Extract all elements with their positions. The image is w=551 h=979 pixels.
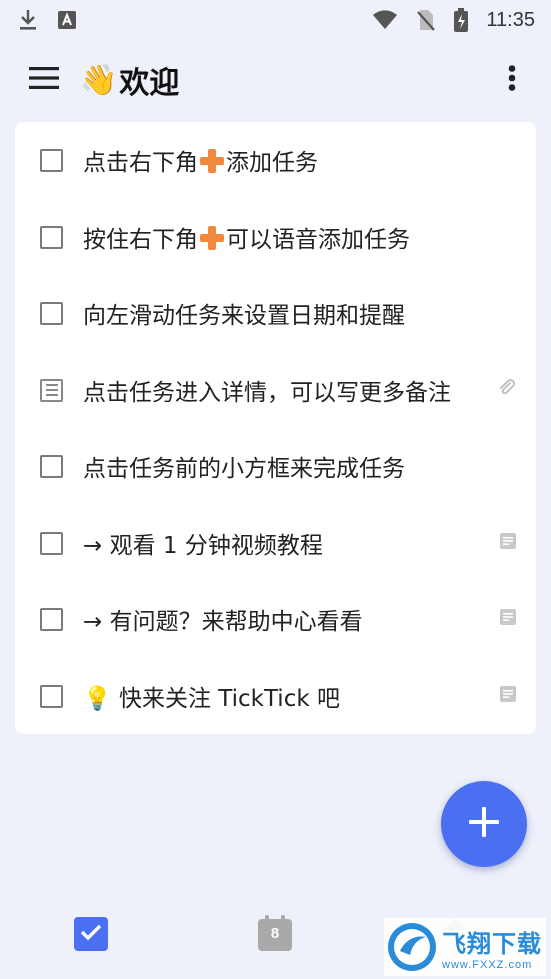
task-list: 点击右下角 添加任务 按住右下角 可以语音添加任务 向左滑动任务来设置日期和提醒 点… [15,122,536,734]
note-icon [500,686,516,706]
page-title-text: 欢迎 [119,66,180,101]
check-icon [80,923,102,945]
wifi-icon [372,10,398,30]
no-sim-icon [416,8,436,32]
status-bar: 11:35 [0,0,551,40]
attachment-icon [498,379,516,401]
task-checkbox[interactable] [40,531,63,555]
task-checkbox[interactable] [40,607,63,631]
task-title: 按住右下角 可以语音添加任务 [83,225,410,253]
task-row[interactable]: 💡 快来关注 TickTick 吧 [15,658,536,734]
battery-charging-icon [454,8,469,32]
waving-hand-icon: 👋 [80,62,118,98]
plus-icon [467,805,501,843]
task-checkbox[interactable] [40,225,63,249]
watermark-url: www.FXXZ.com [442,958,533,971]
app-header: 👋 欢迎 [0,50,551,110]
task-row[interactable]: → 观看 1 分钟视频教程 [15,505,536,581]
task-title: → 有问题？来帮助中心看看 [83,609,363,635]
task-row[interactable]: 向左滑动任务来设置日期和提醒 [15,275,536,351]
task-title: 向左滑动任务来设置日期和提醒 [83,303,405,329]
task-row[interactable]: 点击任务进入详情，可以写更多备注 [15,352,536,428]
nav-tasks-tab[interactable] [74,917,108,951]
task-checkbox[interactable] [40,454,63,478]
task-title: → 观看 1 分钟视频教程 [83,533,323,559]
plus-icon [199,225,225,251]
task-title: 点击任务前的小方框来完成任务 [83,456,405,482]
page-title: 👋 欢迎 [80,58,179,102]
more-vertical-icon [508,65,516,95]
watermark: 飞翔下载 www.FXXZ.com [384,918,546,976]
hamburger-menu-icon [29,67,59,93]
task-row[interactable]: 点击右下角 添加任务 [15,122,536,198]
note-icon [500,609,516,629]
plus-icon [199,148,225,174]
lightbulb-icon: 💡 [83,686,112,712]
note-task-icon[interactable] [40,378,63,402]
keyboard-a-icon [56,9,78,31]
task-title: 点击右下角 添加任务 [83,148,318,176]
status-time: 11:35 [486,8,535,31]
watermark-logo-icon [386,921,438,973]
download-icon [18,8,38,32]
calendar-date: 8 [270,925,280,942]
task-checkbox[interactable] [40,684,63,708]
task-title: 💡 快来关注 TickTick 吧 [83,686,340,712]
note-icon [500,533,516,553]
task-checkbox[interactable] [40,301,63,325]
task-checkbox[interactable] [40,148,63,172]
add-task-button[interactable] [441,781,527,867]
task-row[interactable]: → 有问题？来帮助中心看看 [15,581,536,657]
task-row[interactable]: 点击任务前的小方框来完成任务 [15,428,536,504]
watermark-title: 飞翔下载 [442,929,542,958]
more-options-button[interactable] [497,58,527,102]
task-row[interactable]: 按住右下角 可以语音添加任务 [15,199,536,275]
menu-button[interactable] [22,58,66,102]
task-title: 点击任务进入详情，可以写更多备注 [83,380,451,406]
nav-calendar-tab[interactable]: 8 [258,915,292,951]
